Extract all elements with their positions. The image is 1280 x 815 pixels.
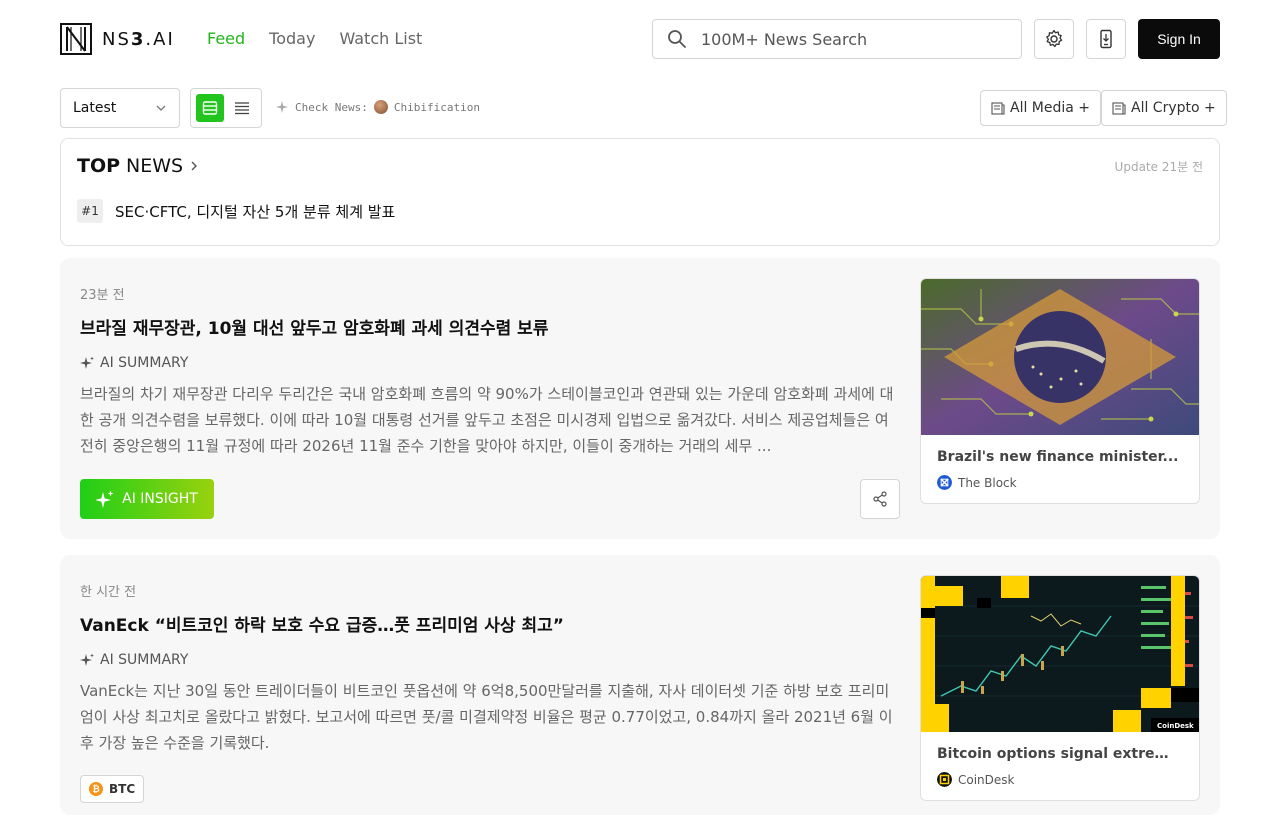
nav-feed[interactable]: Feed xyxy=(207,29,245,48)
list-view-icon xyxy=(235,102,249,115)
view-toggle xyxy=(190,88,262,128)
sort-value: Latest xyxy=(73,100,117,116)
gear-icon xyxy=(1046,29,1063,48)
coin-tag-btc[interactable]: ₿ BTC xyxy=(80,775,145,803)
article-thumbnail: CoinDesk xyxy=(921,576,1199,732)
card-summary: 브라질의 차기 재무장관 다리우 두리간은 국내 암호화폐 흐름의 약 90%가… xyxy=(80,385,894,455)
media-source: CoinDesk xyxy=(937,772,1183,787)
coindesk-watermark: CoinDesk xyxy=(1157,722,1194,730)
card-title[interactable]: VanEck “비트코인 하락 보호 수요 급증…풋 프리미엄 사상 최고” xyxy=(80,611,564,636)
logo-text: NS3.AI xyxy=(102,28,175,50)
check-news[interactable]: Check News: Chibification xyxy=(275,100,480,114)
top-news-panel: TOP NEWS Update 21분 전 #1 SEC·CFTC, 디지털 자산… xyxy=(60,138,1220,246)
media-title[interactable]: Bitcoin options signal extreme... xyxy=(937,746,1183,762)
top-news-headline[interactable]: SEC·CFTC, 디지털 자산 5개 분류 체계 발표 xyxy=(115,201,395,222)
ns3-logo-icon xyxy=(60,23,92,55)
chevron-right-icon xyxy=(191,161,198,171)
mobile-app-button[interactable] xyxy=(1086,19,1126,59)
mobile-app-icon xyxy=(1100,29,1112,49)
ai-insight-button[interactable]: AI INSIGHT xyxy=(80,479,214,519)
media-title[interactable]: Brazil's new finance minister... xyxy=(937,449,1183,465)
sign-in-button[interactable]: Sign In xyxy=(1138,19,1220,59)
logo[interactable]: NS3.AI xyxy=(60,23,175,55)
card-time: 한 시간 전 xyxy=(80,585,137,600)
news-card[interactable]: 23분 전 브라질 재무장관, 10월 대선 앞두고 암호화폐 과세 의견수렴 … xyxy=(60,258,1220,539)
news-card[interactable]: 한 시간 전 VanEck “비트코인 하락 보호 수요 급증…풋 프리미엄 사… xyxy=(60,555,1220,815)
chevron-down-icon xyxy=(156,105,166,111)
rank-badge: #1 xyxy=(77,199,103,223)
ai-summary-label: AI SUMMARY xyxy=(80,652,188,668)
the-block-icon xyxy=(937,475,952,490)
sparkle-icon xyxy=(80,653,94,666)
top-news-title[interactable]: TOP NEWS xyxy=(77,155,199,177)
ai-summary-label: AI SUMMARY xyxy=(80,355,188,371)
search-icon[interactable] xyxy=(667,29,687,49)
crypto-filter-label: All Crypto + xyxy=(1131,100,1216,116)
card-view-icon xyxy=(202,101,218,115)
card-title[interactable]: 브라질 재무장관, 10월 대선 앞두고 암호화폐 과세 의견수렴 보류 xyxy=(80,314,548,339)
nav-watch-list[interactable]: Watch List xyxy=(339,29,422,48)
media-filter-button[interactable]: All Media + xyxy=(980,90,1102,126)
main-nav: Feed Today Watch List xyxy=(207,29,422,48)
list-view-button[interactable] xyxy=(228,94,256,122)
sparkle-icon xyxy=(96,490,114,508)
sparkle-icon xyxy=(80,356,94,369)
article-thumbnail xyxy=(921,279,1199,435)
settings-button[interactable] xyxy=(1034,19,1074,59)
media-card[interactable]: CoinDesk Bitcoin options signal extreme.… xyxy=(920,575,1200,801)
card-summary: VanEck는 지난 30일 동안 트레이더들이 비트코인 풋옵션에 약 6억8… xyxy=(80,682,893,752)
crypto-filter-button[interactable]: All Crypto + xyxy=(1101,90,1227,126)
check-news-user: Chibification xyxy=(393,100,480,114)
avatar xyxy=(373,100,388,114)
sparkle-icon xyxy=(276,101,288,113)
search-box[interactable] xyxy=(652,19,1022,59)
top-news-update: Update 21분 전 xyxy=(1114,160,1203,174)
crypto-icon xyxy=(1112,102,1126,115)
coindesk-icon xyxy=(937,772,952,787)
check-news-label: Check News: xyxy=(295,100,368,114)
share-button[interactable] xyxy=(860,479,900,519)
header: NS3.AI Feed Today Watch List Sign In xyxy=(0,0,1280,78)
media-card[interactable]: Brazil's new finance minister... The Blo… xyxy=(920,278,1200,504)
media-source: The Block xyxy=(937,475,1183,490)
card-view-button[interactable] xyxy=(196,94,224,122)
card-time: 23분 전 xyxy=(80,288,125,303)
sort-select[interactable]: Latest xyxy=(60,88,180,128)
bitcoin-icon: ₿ xyxy=(89,782,103,796)
nav-today[interactable]: Today xyxy=(269,29,315,48)
search-input[interactable] xyxy=(701,29,1001,49)
share-icon xyxy=(873,491,887,507)
media-icon xyxy=(991,102,1005,115)
media-filter-label: All Media + xyxy=(1010,100,1091,116)
